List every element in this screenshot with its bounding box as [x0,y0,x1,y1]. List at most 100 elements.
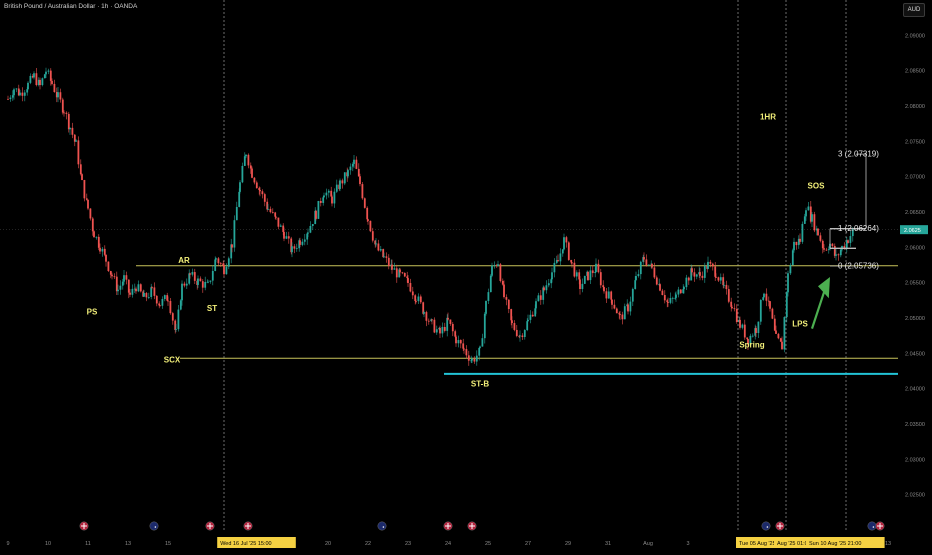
candle-body [171,313,174,321]
y-tick-label: 2.08500 [905,69,925,75]
candle-body [570,259,573,263]
candle-body [671,297,674,299]
candle-body [113,276,116,278]
candle-body [79,164,82,175]
candle-body [71,127,74,135]
candle-body [7,98,9,100]
candle-body [599,272,602,286]
candle-body [483,313,486,339]
candle-body [439,327,441,334]
candle-body [575,272,578,277]
candle-body [339,180,341,189]
candle-body [135,288,137,292]
candle-body [451,323,454,332]
candle-body [831,243,834,247]
candle-body [537,295,540,302]
candle-body [383,256,385,258]
candle-body [359,176,361,185]
candle-body [707,261,709,269]
candle-body [431,319,433,321]
candle-body [253,177,256,183]
candle-body [655,277,658,285]
candle-body [610,291,613,300]
y-tick-label: 2.05500 [905,281,925,287]
x-tick-label: 27 [525,541,531,547]
candle-body [679,289,682,294]
candle-body [526,321,529,331]
candle-body [571,262,573,264]
candle-body [663,295,666,301]
candle-body [613,304,616,309]
candle-body [543,287,545,291]
candle-body [523,330,526,337]
candle-body [47,70,50,72]
candle-body [433,319,436,333]
x-tick-label: 10 [45,541,51,547]
candle-body [779,338,782,342]
candle-body [325,192,328,196]
candle-body [621,314,624,320]
candle-body [739,319,741,328]
candle-body [341,180,344,184]
candle-body [465,349,468,356]
wyckoff-label: ST [207,304,217,313]
candle-body [311,224,314,226]
candle-body [693,272,696,277]
y-tick-label: 2.03000 [905,457,925,463]
candle-body [115,276,118,292]
candle-body [27,82,29,90]
candle-body [581,283,584,290]
candle-body [91,218,94,232]
candle-body [309,225,312,233]
candle-body [117,289,119,292]
candle-body [837,254,840,256]
currency-button[interactable]: AUD [903,3,925,17]
candle-body [507,299,510,310]
x-tick-label: 29 [565,541,571,547]
candle-body [551,272,553,280]
candle-body [75,140,77,142]
candle-body [385,256,388,258]
candle-body [653,267,656,278]
projection-label: 3 (2.07319) [838,150,879,159]
candle-body [847,240,849,243]
candle-body [121,281,124,286]
wyckoff-label: SCX [164,356,181,365]
candle-body [123,275,125,282]
candle-body [825,249,828,251]
chart-canvas[interactable]: 2.09000 2.08500 2.08000 2.07500 2.07000 2.065… [0,0,932,550]
candlestick-chart[interactable]: 2.09000 2.08500 2.08000 2.07500 2.07000 2.065… [0,0,932,550]
candle-body [19,92,21,96]
candle-body [757,321,760,333]
candle-body [103,248,106,255]
candle-body [179,300,182,310]
candle-body [65,112,68,114]
candle-body [773,318,776,331]
candle-body [51,80,53,84]
candle-body [223,265,225,275]
candle-body [547,283,550,286]
candle-body [127,279,130,293]
candle-body [715,276,717,278]
x-tick-label: 15 [165,541,171,547]
candle-body [573,262,576,277]
candle-body [319,200,322,203]
candle-body [287,236,290,239]
candle-body [131,288,134,295]
candle-body [629,301,632,312]
y-tick-label: 2.08000 [905,104,925,110]
candle-body [231,244,233,248]
candle-body [699,272,701,276]
candle-body [35,73,38,86]
candle-body [795,241,798,246]
candle-body [587,271,589,281]
candle-body [447,317,449,320]
candle-body [425,312,428,321]
candle-body [497,264,499,266]
candle-body [355,159,358,169]
candle-body [101,248,104,252]
candle-body [843,246,846,248]
candle-body [125,275,128,280]
candle-body [371,231,374,241]
candle-body [323,195,325,198]
